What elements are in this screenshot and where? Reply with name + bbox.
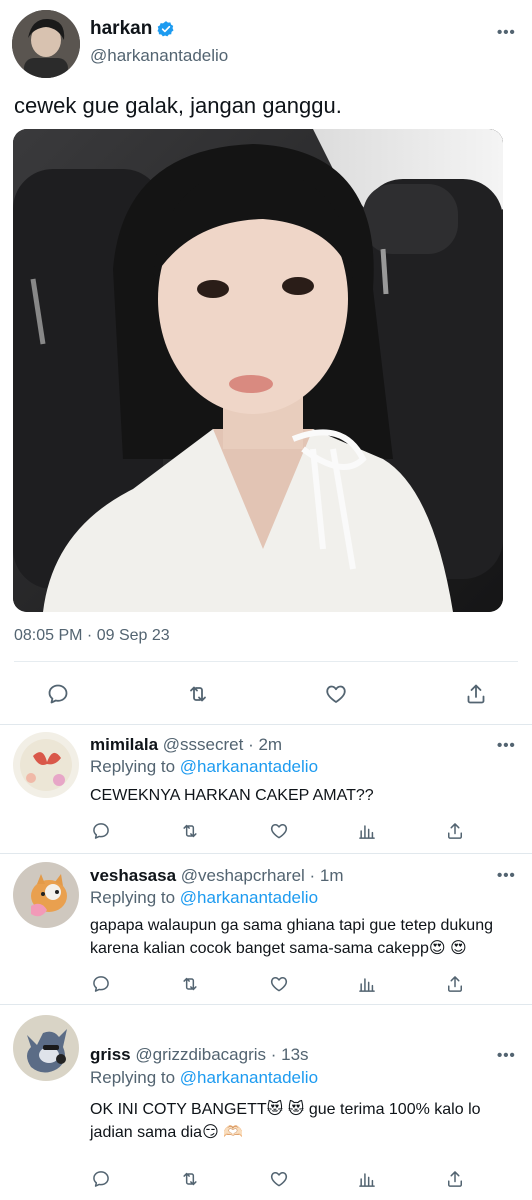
reply-text: gapapa walaupun ga sama ghiana tapi gue … (90, 917, 493, 957)
reply-actions (0, 1162, 532, 1196)
reply-tweet[interactable]: griss @grizzdibacagris · 13s ••• Replyin… (0, 1005, 532, 1200)
reply-tweet[interactable]: veshasasa @veshapcrharel · 1m ••• Replyi… (0, 854, 532, 1004)
reply-icon[interactable] (86, 816, 116, 846)
reply-time[interactable]: 1m (320, 866, 344, 885)
reply-avatar[interactable] (13, 732, 79, 798)
reply-text: OK INI COTY BANGETT😻 😻 gue terima 100% k… (90, 1101, 481, 1141)
replying-to: Replying to @harkanantadelio (90, 888, 318, 908)
replying-to-mention[interactable]: @harkanantadelio (180, 1068, 318, 1087)
author-handle[interactable]: @harkanantadelio (90, 46, 228, 66)
retweet-icon[interactable] (175, 816, 205, 846)
tweet-timestamp[interactable]: 08:05 PM · 09 Sep 23 (14, 627, 170, 645)
reply-icon[interactable] (43, 679, 73, 709)
reply-actions (0, 814, 532, 848)
reply-author-handle[interactable]: @sssecret (163, 735, 244, 754)
like-icon[interactable] (264, 1164, 294, 1194)
reply-avatar[interactable] (13, 862, 79, 928)
share-icon[interactable] (440, 1164, 470, 1194)
like-icon[interactable] (264, 969, 294, 999)
retweet-icon[interactable] (183, 679, 213, 709)
separator-dot: · (266, 1045, 282, 1064)
more-options-icon[interactable]: ••• (497, 737, 516, 754)
main-tweet: harkan @harkanantadelio ••• cewek gue ga… (0, 0, 532, 724)
reply-time[interactable]: 13s (281, 1045, 308, 1064)
author-name[interactable]: harkan (90, 18, 152, 40)
tweet-text: cewek gue galak, jangan ganggu. (14, 93, 342, 118)
more-options-icon[interactable]: ••• (497, 867, 516, 884)
retweet-icon[interactable] (175, 1164, 205, 1194)
separator-dot: · (243, 735, 259, 754)
replying-to-label: Replying to (90, 888, 180, 907)
reply-author-name[interactable]: griss (90, 1045, 131, 1064)
retweet-icon[interactable] (175, 969, 205, 999)
replying-to: Replying to @harkanantadelio (90, 757, 318, 777)
more-options-icon[interactable]: ••• (497, 24, 516, 41)
reply-avatar[interactable] (13, 1015, 79, 1081)
reply-tweet[interactable]: mimilala @sssecret · 2m ••• Replying to … (0, 725, 532, 852)
like-icon[interactable] (264, 816, 294, 846)
reply-actions (0, 967, 532, 1001)
tweet-photo[interactable] (13, 129, 503, 612)
replying-to-mention[interactable]: @harkanantadelio (180, 757, 318, 776)
verified-badge-icon (157, 21, 174, 37)
share-icon[interactable] (461, 679, 491, 709)
reply-author-handle[interactable]: @veshapcrharel (181, 866, 305, 885)
reply-time[interactable]: 2m (258, 735, 282, 754)
replying-to-label: Replying to (90, 1068, 180, 1087)
reply-author-handle[interactable]: @grizzdibacagris (135, 1045, 266, 1064)
analytics-icon[interactable] (352, 1164, 382, 1194)
reply-author-name[interactable]: veshasasa (90, 866, 176, 885)
author-avatar[interactable] (12, 10, 80, 78)
reply-icon[interactable] (86, 1164, 116, 1194)
author-name-row[interactable]: harkan (90, 18, 175, 40)
replying-to-mention[interactable]: @harkanantadelio (180, 888, 318, 907)
reply-header: mimilala @sssecret · 2m (90, 735, 282, 755)
separator-dot: · (304, 866, 320, 885)
analytics-icon[interactable] (352, 816, 382, 846)
reply-header: griss @grizzdibacagris · 13s (90, 1045, 309, 1065)
share-icon[interactable] (440, 816, 470, 846)
share-icon[interactable] (440, 969, 470, 999)
like-icon[interactable] (321, 679, 351, 709)
replying-to-label: Replying to (90, 757, 180, 776)
reply-icon[interactable] (86, 969, 116, 999)
analytics-icon[interactable] (352, 969, 382, 999)
reply-text: CEWEKNYA HARKAN CAKEP AMAT?? (90, 787, 374, 804)
reply-header: veshasasa @veshapcrharel · 1m (90, 866, 344, 886)
more-options-icon[interactable]: ••• (497, 1047, 516, 1064)
tweet-actions (0, 672, 532, 716)
reply-author-name[interactable]: mimilala (90, 735, 158, 754)
divider (14, 661, 518, 662)
replying-to: Replying to @harkanantadelio (90, 1068, 318, 1088)
